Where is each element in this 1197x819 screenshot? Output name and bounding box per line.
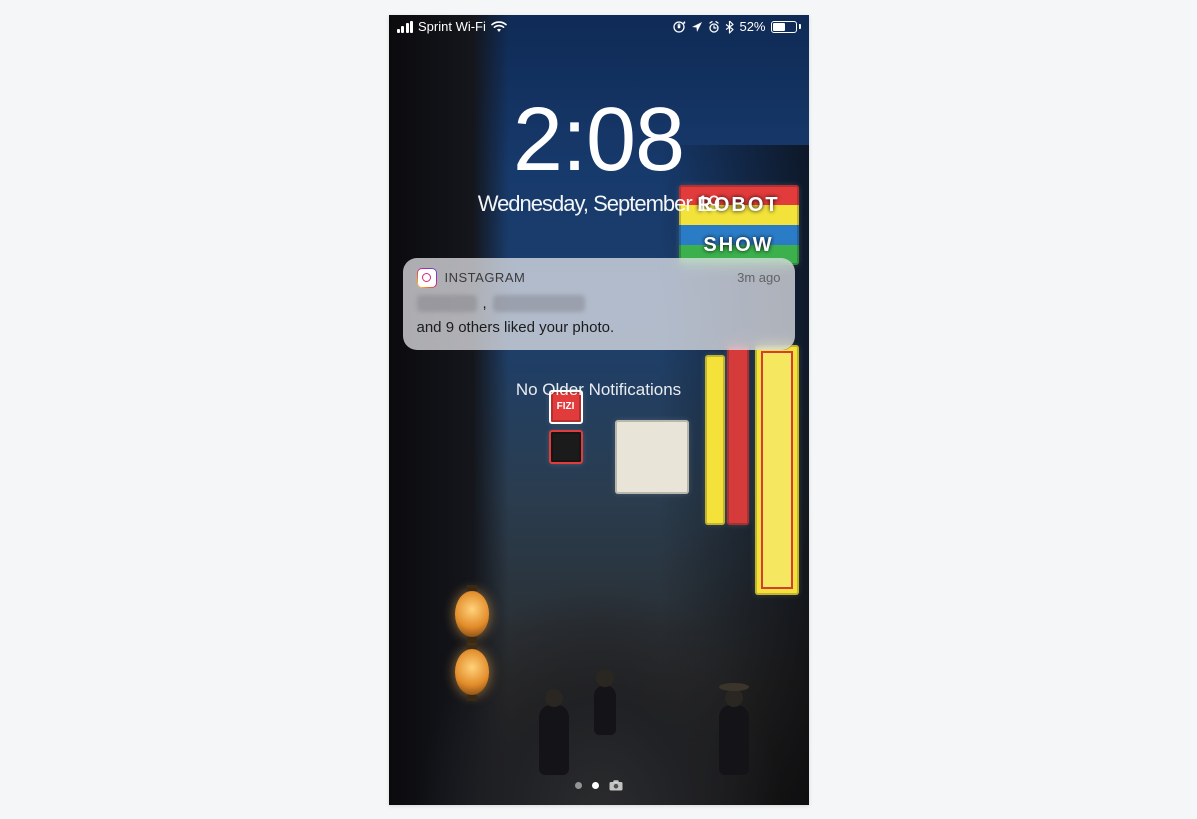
no-older-notifications-label: No Older Notifications [389,380,809,400]
redacted-username: xxxxxxxxxx [493,295,585,312]
date-label: Wednesday, September 19 [389,191,809,217]
wifi-icon [491,21,507,33]
instagram-icon [417,268,437,288]
camera-icon[interactable] [609,780,623,791]
bluetooth-icon [725,20,734,34]
carrier-label: Sprint Wi-Fi [418,19,486,34]
redacted-username: xxxxxx [417,295,477,312]
notification-body: xxxxxx, xxxxxxxxxx and 9 others liked yo… [417,294,781,339]
page-indicator[interactable] [389,780,809,791]
bg-sign-dark-square [549,430,583,464]
battery-icon [771,21,801,33]
time-label: 2:08 [389,95,809,185]
status-bar: Sprint Wi-Fi [389,15,809,39]
lock-screen-clock: 2:08 Wednesday, September 19 [389,95,809,217]
iphone-lock-screen: ROBOTSHOW FIZI Sprint Wi-Fi [389,15,809,805]
bg-sign-billboard [615,420,689,494]
location-arrow-icon [691,21,703,33]
cellular-signal-icon [397,21,414,33]
notification-card[interactable]: INSTAGRAM 3m ago xxxxxx, xxxxxxxxxx and … [403,258,795,351]
bg-sign-red-vertical [727,345,749,525]
notification-app-name: INSTAGRAM [445,270,526,285]
notification-time: 3m ago [737,270,780,285]
bg-person [719,705,749,775]
page-dot[interactable] [575,782,582,789]
alarm-icon [708,21,720,33]
bg-person [539,705,569,775]
bg-lantern [455,591,489,637]
page-dot-active[interactable] [592,782,599,789]
notification-suffix: and 9 others liked your photo. [417,318,615,338]
battery-percent: 52% [739,19,765,34]
rotation-lock-icon [672,20,686,34]
bg-person [594,685,616,735]
bg-lantern [455,649,489,695]
